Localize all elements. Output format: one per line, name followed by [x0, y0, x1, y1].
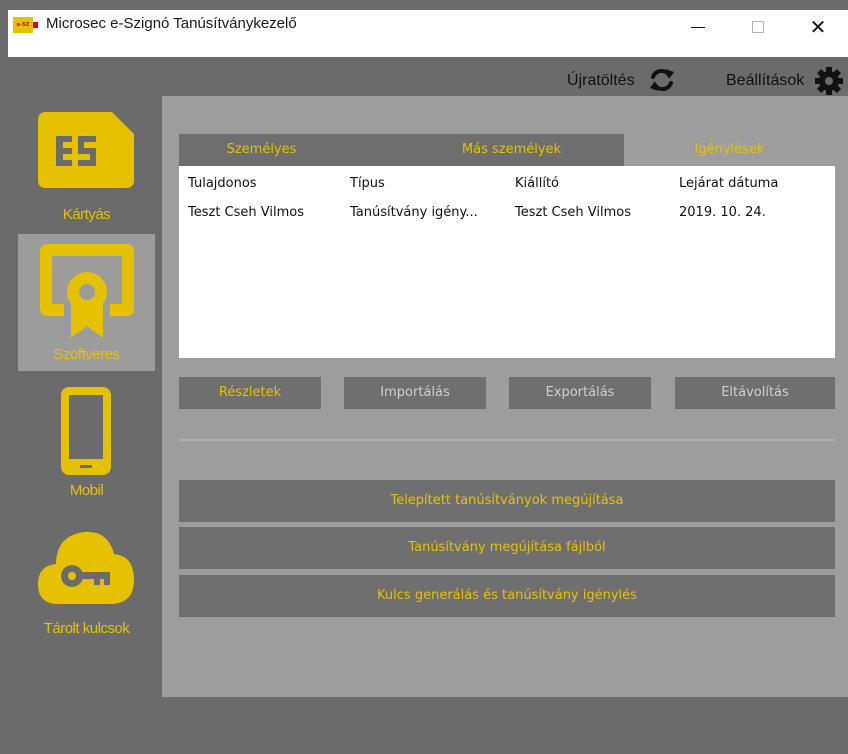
tab-personal[interactable]: Személyes — [179, 134, 344, 166]
import-button[interactable]: Importálás — [344, 377, 486, 409]
sidebar-item-stored-keys[interactable]: Tárolt kulcsok — [18, 522, 155, 642]
maximize-icon — [752, 21, 764, 33]
minimize-button[interactable] — [668, 12, 728, 42]
section-divider — [179, 439, 835, 441]
smartphone-icon — [61, 387, 111, 475]
details-button[interactable]: Részletek — [179, 377, 321, 409]
sidebar-item-label: Tárolt kulcsok — [43, 620, 130, 637]
table-row[interactable]: Teszt Cseh Vilmos Tanúsítvány igény... T… — [179, 200, 835, 224]
sim-card-icon — [38, 112, 134, 188]
export-button[interactable]: Exportálás — [509, 377, 651, 409]
maximize-button[interactable] — [728, 12, 788, 42]
tab-bar: Személyes Más személyek Igénylések — [179, 134, 835, 166]
column-header-type[interactable]: Típus — [350, 175, 385, 193]
sidebar-item-software[interactable]: Szoftveres — [18, 234, 155, 371]
close-icon: ✕ — [809, 15, 827, 39]
table-cell-owner: Teszt Cseh Vilmos — [188, 205, 304, 220]
app-logo-icon: e-SZ — [13, 17, 38, 33]
certificate-icon — [40, 244, 134, 338]
table-cell-expiry: 2019. 10. 24. — [679, 205, 766, 220]
table-cell-type: Tanúsítvány igény... — [350, 205, 478, 220]
column-header-expiry[interactable]: Lejárat dátuma — [679, 175, 778, 193]
column-header-issuer[interactable]: Kiállító — [515, 175, 559, 193]
tab-other-persons[interactable]: Más személyek — [389, 134, 634, 166]
refresh-icon[interactable] — [648, 66, 676, 94]
renew-installed-button[interactable]: Telepített tanúsítványok megújítása — [179, 480, 835, 522]
remove-button[interactable]: Eltávolítás — [675, 377, 835, 409]
gear-icon[interactable] — [814, 66, 844, 96]
window-title: Microsec e-Szignó Tanúsítványkezelő — [46, 15, 297, 32]
minimize-icon — [691, 26, 705, 28]
close-button[interactable]: ✕ — [788, 12, 848, 42]
sidebar-item-cards[interactable]: Kártyás — [18, 100, 155, 234]
app-logo-text: e-SZ — [16, 22, 30, 28]
sidebar-item-label: Mobil — [69, 482, 104, 499]
reload-button-label[interactable]: Újratöltés — [567, 70, 635, 92]
generate-key-request-button[interactable]: Kulcs generálás és tanúsítvány igénylés — [179, 575, 835, 617]
sidebar-item-mobile[interactable]: Mobil — [18, 381, 155, 505]
renew-from-file-button[interactable]: Tanúsítvány megújítása fájlból — [179, 527, 835, 569]
sidebar-item-label: Kártyás — [62, 206, 111, 223]
settings-button-label[interactable]: Beállítások — [726, 70, 804, 92]
tab-requests[interactable]: Igénylések — [624, 134, 835, 166]
table-cell-issuer: Teszt Cseh Vilmos — [515, 205, 631, 220]
certificate-table: Tulajdonos Típus Kiállító Lejárat dátuma… — [179, 166, 835, 358]
column-header-owner[interactable]: Tulajdonos — [188, 175, 257, 193]
cloud-key-icon — [38, 531, 134, 604]
sidebar-item-label: Szoftveres — [53, 346, 120, 363]
